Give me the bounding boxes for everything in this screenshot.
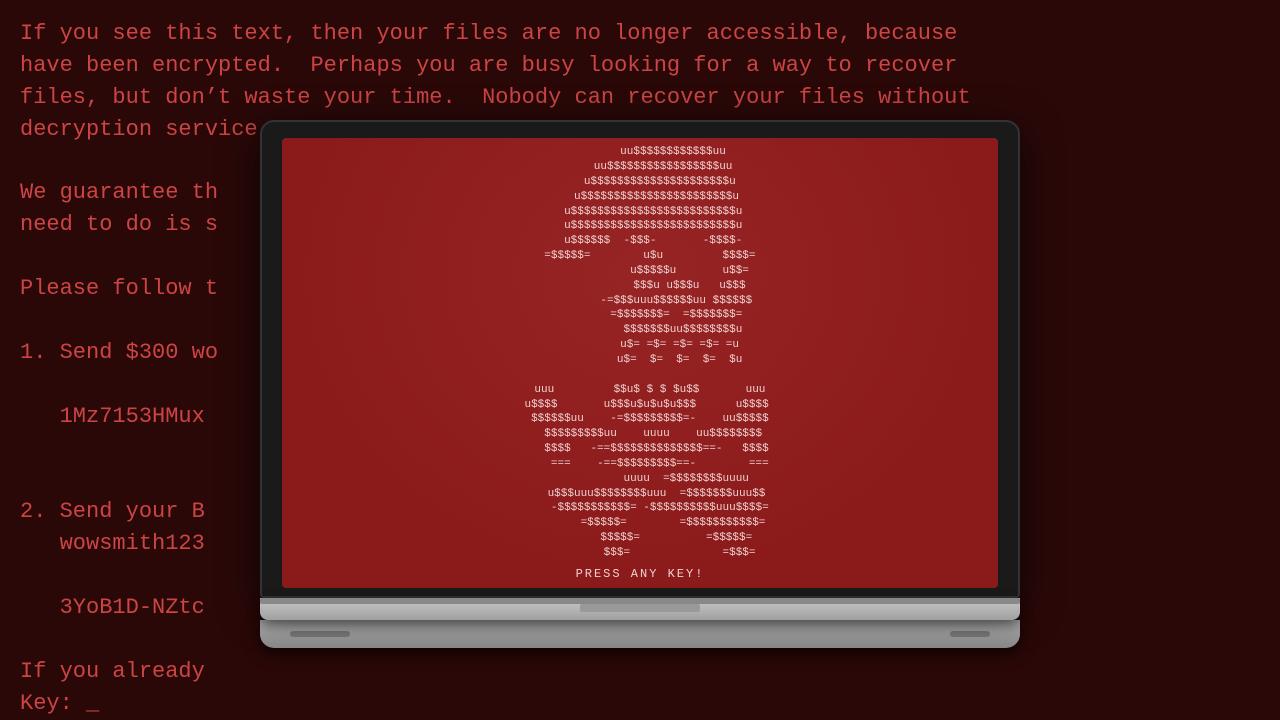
laptop-bottom-bar [260,620,1020,648]
bg-text-line: Key: _ [20,688,1260,720]
laptop-base [260,598,1020,620]
laptop-screen: uu$$$$$$$$$$$$uu uu$$$$$$$$$$$$$$$$$uu u… [282,138,998,588]
laptop-screen-outer: uu$$$$$$$$$$$$uu uu$$$$$$$$$$$$$$$$$uu u… [260,120,1020,598]
bg-text-line: have been encrypted. Perhaps you are bus… [20,50,1260,82]
skull-ascii-art: uu$$$$$$$$$$$$uu uu$$$$$$$$$$$$$$$$$uu u… [511,145,768,561]
laptop-foot-right [950,631,990,637]
skull-container: uu$$$$$$$$$$$$uu uu$$$$$$$$$$$$$$$$$uu u… [511,145,768,581]
laptop-foot-left [290,631,350,637]
bg-text-line: files, but don’t waste your time. Nobody… [20,82,1260,114]
press-any-key-text: PRESS ANY KEY! [511,567,768,581]
bg-text-line: If you see this text, then your files ar… [20,18,1260,50]
laptop-hinge [260,598,1020,604]
laptop-trackpad [580,604,700,612]
laptop: uu$$$$$$$$$$$$uu uu$$$$$$$$$$$$$$$$$uu u… [260,120,1020,648]
bg-text-line: If you already [20,656,1260,688]
